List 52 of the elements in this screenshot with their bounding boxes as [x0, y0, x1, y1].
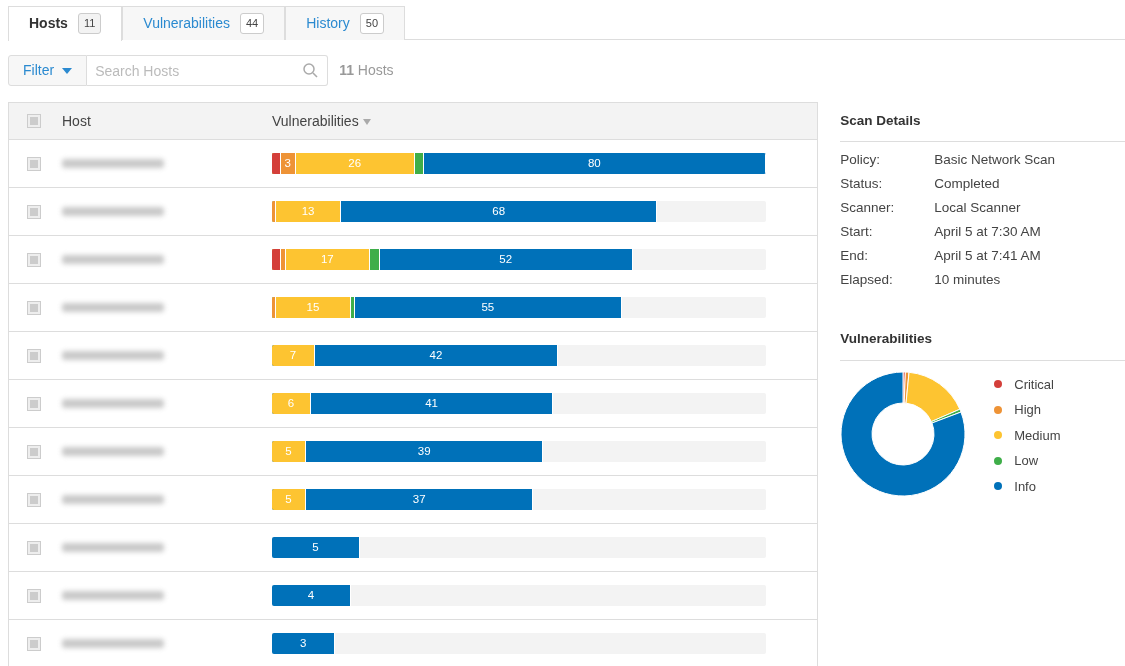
bar-segment: 7	[272, 345, 315, 366]
bar-segment: 3	[272, 633, 336, 654]
legend-label: Info	[1014, 477, 1036, 496]
legend-label: Critical	[1014, 375, 1054, 394]
tab[interactable]: Hosts 11	[8, 6, 123, 41]
bar-segment: 6	[272, 393, 311, 414]
detail-value: Completed	[934, 175, 1000, 191]
row-checkbox[interactable]	[28, 349, 40, 362]
row-checkbox[interactable]	[28, 157, 40, 170]
legend-label: High	[1014, 401, 1041, 419]
caret-icon	[62, 67, 73, 74]
detail-label: Status:	[840, 175, 884, 191]
count-badge: 11	[77, 13, 102, 34]
detail-value: April 5 at 7:30 AM	[934, 223, 1041, 239]
detail-label: Policy:	[840, 151, 882, 167]
bar-segment: 5	[272, 441, 307, 462]
search-field[interactable]: Search Hosts	[87, 55, 329, 86]
bar-segment: 5	[272, 489, 307, 510]
detail-label: Scanner:	[840, 199, 896, 215]
legend-label: Medium	[1014, 426, 1061, 445]
tab[interactable]: Vulnerabilities 44	[122, 6, 286, 40]
detail-label: End:	[840, 247, 870, 263]
detail-label: Elapsed:	[840, 271, 894, 287]
row-checkbox[interactable]	[28, 205, 40, 218]
host-count: 11 Hosts	[339, 61, 394, 80]
row-checkbox[interactable]	[28, 493, 40, 506]
select-all-checkbox[interactable]	[28, 115, 40, 127]
bar-segment: 4	[272, 585, 352, 606]
row-checkbox[interactable]	[28, 637, 40, 650]
bar-segment: 5	[272, 537, 360, 558]
column-header[interactable]: Vulnerabilities	[272, 110, 371, 132]
legend-label: Low	[1014, 452, 1039, 470]
tab[interactable]: History 50	[285, 6, 406, 40]
row-checkbox[interactable]	[28, 445, 40, 458]
row-checkbox[interactable]	[28, 589, 40, 602]
detail-label: Start:	[840, 223, 874, 239]
count-badge: 44	[239, 13, 265, 34]
count-badge: 50	[359, 13, 385, 34]
row-checkbox[interactable]	[28, 301, 40, 314]
detail-value: 10 minutes	[934, 271, 1001, 287]
section-title: Vulnerabilities	[840, 320, 1125, 361]
filter-button[interactable]: Filter	[8, 55, 88, 86]
row-checkbox[interactable]	[28, 541, 40, 554]
column-header: Host	[62, 111, 91, 131]
search-icon	[303, 63, 319, 78]
detail-value: Local Scanner	[934, 199, 1021, 215]
sort-icon	[362, 118, 371, 125]
row-checkbox[interactable]	[28, 253, 40, 266]
row-checkbox[interactable]	[28, 397, 40, 410]
section-title: Scan Details	[840, 102, 1125, 143]
detail-value: Basic Network Scan	[934, 151, 1056, 167]
detail-value: April 5 at 7:41 AM	[934, 247, 1041, 263]
